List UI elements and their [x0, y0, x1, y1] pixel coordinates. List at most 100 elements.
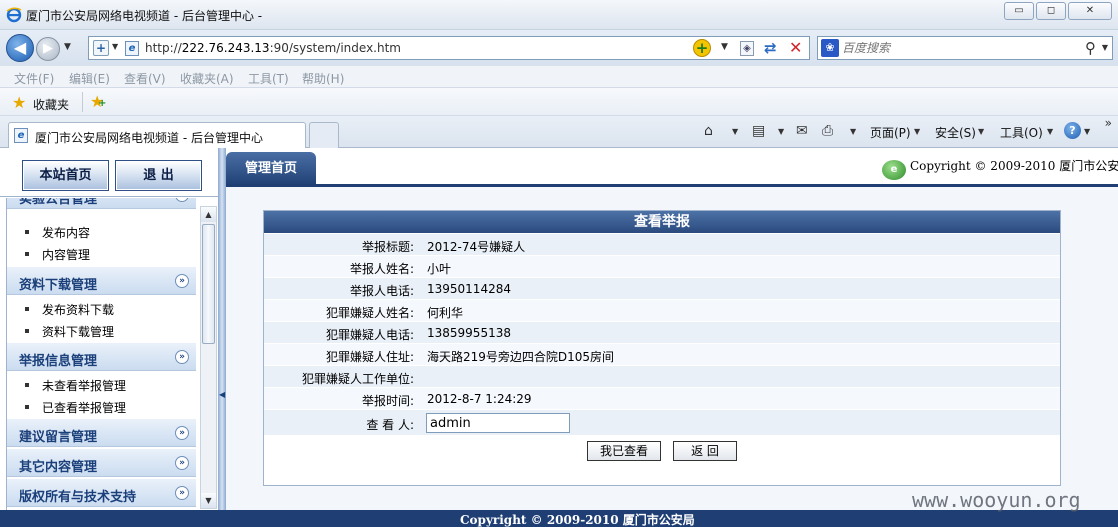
restore-button[interactable]: ◻ [1036, 2, 1066, 20]
sidebar-section-other-content[interactable]: 其它内容管理 » [7, 448, 196, 477]
search-box[interactable]: ❀ ⚲ ▼ [817, 36, 1113, 60]
menu-help[interactable]: 帮助(H) [302, 70, 344, 87]
tools-menu-button[interactable]: 工具(O) [1000, 124, 1043, 141]
page-icon: e [14, 128, 28, 143]
sidebar-section-suggestions[interactable]: 建议留言管理 » [7, 418, 196, 447]
menu-bar: 文件(F) 编辑(E) 查看(V) 收藏夹(A) 工具(T) 帮助(H) [0, 66, 1118, 88]
add-site-icon[interactable]: + [93, 40, 109, 56]
browser-tab-active[interactable]: e 厦门市公安局网络电视频道 - 后台管理中心 [8, 122, 306, 149]
menu-file[interactable]: 文件(F) [14, 70, 54, 87]
favorites-bar: ★ 收藏夹 ★ + [0, 88, 1118, 116]
chevron-down-icon[interactable]: ▼ [112, 42, 118, 51]
chevron-down-icon[interactable]: ▼ [732, 127, 738, 136]
bullet-icon [25, 329, 29, 333]
add-favorite-icon[interactable]: ★ + [90, 92, 106, 111]
panel-title: 查看举报 [264, 211, 1060, 233]
field-label: 举报人电话: [349, 284, 414, 298]
field-value: 小叶 [427, 262, 452, 276]
chevron-down-icon[interactable]: ▼ [914, 127, 920, 136]
feed-icon[interactable]: ◈ [740, 41, 754, 56]
main-header: 管理首页 e Copyright © 2009-2010 厦门市公安局 [226, 148, 1118, 187]
field-row: 犯罪嫌疑人住址: 海天路219号旁边四合院D105房间 [264, 344, 1060, 366]
url-text[interactable]: http://222.76.243.13:90/system/index.htm [145, 41, 401, 55]
sidebar-section-reports[interactable]: 举报信息管理 » [7, 342, 196, 371]
menu-favorites[interactable]: 收藏夹(A) [180, 70, 234, 87]
scrollbar-thumb[interactable] [202, 224, 215, 344]
field-value: 13950114284 [427, 282, 511, 296]
print-icon[interactable]: ⎙ [822, 123, 833, 139]
chevron-down-icon[interactable]: » [175, 426, 189, 440]
logout-button[interactable]: 退 出 [115, 160, 202, 191]
field-row: 犯罪嫌疑人电话: 13859955138 [264, 322, 1060, 344]
field-label: 犯罪嫌疑人电话: [325, 328, 414, 342]
sidebar-section-copyright[interactable]: 版权所有与技术支持 » [7, 478, 196, 507]
menu-view[interactable]: 查看(V) [124, 70, 166, 87]
back-button[interactable]: 返 回 [673, 441, 737, 461]
chevron-down-icon[interactable]: ▼ [850, 127, 856, 136]
rss-feed-icon[interactable]: ▤ [752, 123, 765, 139]
menu-edit[interactable]: 编辑(E) [69, 70, 110, 87]
site-home-button[interactable]: 本站首页 [22, 160, 109, 191]
bullet-icon [25, 230, 29, 234]
sidebar-section-downloads[interactable]: 资料下载管理 » [7, 266, 196, 295]
frame-splitter[interactable]: ◀ [218, 148, 226, 527]
favorites-button[interactable]: 收藏夹 [33, 96, 69, 113]
scroll-down-icon[interactable]: ▼ [201, 493, 216, 508]
compatibility-view-icon[interactable]: + [693, 39, 711, 57]
minimize-button[interactable]: ▭ [1004, 2, 1034, 20]
chevron-down-icon[interactable]: ▼ [978, 127, 984, 136]
field-label: 举报标题: [361, 240, 414, 254]
chevron-down-icon[interactable]: ▼ [1084, 127, 1090, 136]
tab-admin-home[interactable]: 管理首页 [226, 152, 316, 186]
chevron-down-icon[interactable]: » [175, 486, 189, 500]
back-button[interactable]: ◀ [6, 34, 34, 62]
field-value: 何利华 [427, 306, 464, 320]
chevron-down-icon[interactable]: » [175, 274, 189, 288]
search-icon[interactable]: ⚲ [1085, 39, 1096, 57]
help-icon[interactable]: ? [1064, 122, 1081, 139]
refresh-icon[interactable]: ⇄ [764, 39, 777, 57]
chevron-down-icon[interactable]: ▼ [1047, 127, 1053, 136]
menu-tools[interactable]: 工具(T) [248, 70, 289, 87]
sidebar-scrollbar[interactable]: ▲ ▼ [200, 206, 217, 509]
mail-icon[interactable]: ✉ [796, 123, 808, 139]
field-label: 举报人姓名: [349, 262, 414, 276]
field-value: 2012-8-7 1:24:29 [427, 392, 532, 406]
globe-icon: e [882, 160, 906, 180]
collapse-left-icon[interactable]: ◀ [219, 390, 225, 399]
chevron-down-icon[interactable]: ▼ [778, 127, 784, 136]
new-tab-button[interactable] [309, 122, 339, 148]
bullet-icon [25, 405, 29, 409]
scroll-up-icon[interactable]: ▲ [201, 207, 216, 222]
search-options-dropdown-icon[interactable]: ▼ [1102, 43, 1108, 52]
recent-pages-dropdown-icon[interactable]: ▼ [64, 42, 71, 52]
favorites-star-icon[interactable]: ★ [12, 93, 26, 112]
window-controls: ▭ ◻ ✕ [1004, 2, 1112, 20]
tab-title: 厦门市公安局网络电视频道 - 后台管理中心 [35, 131, 263, 145]
ie-logo-icon [6, 7, 22, 23]
chevron-down-icon[interactable]: » [175, 198, 189, 202]
forward-button[interactable]: ▶ [36, 37, 60, 61]
chevron-down-icon[interactable]: » [175, 456, 189, 470]
address-dropdown-icon[interactable]: ▼ [721, 42, 728, 52]
field-row: 举报时间: 2012-8-7 1:24:29 [264, 388, 1060, 410]
watermark: www.wooyun.org [912, 488, 1081, 512]
search-input[interactable] [842, 39, 1082, 57]
field-label: 举报时间: [361, 394, 414, 408]
viewer-input[interactable] [426, 413, 570, 433]
action-buttons: 我已查看 返 回 [264, 439, 1060, 463]
safety-menu-button[interactable]: 安全(S) [935, 124, 976, 141]
stop-icon[interactable]: ✕ [789, 38, 802, 57]
chevron-down-icon[interactable]: » [175, 350, 189, 364]
sidebar-section-notice[interactable]: 实验公告管理 » [7, 198, 196, 209]
bullet-icon [25, 307, 29, 311]
field-row: 举报人姓名: 小叶 [264, 256, 1060, 278]
close-button[interactable]: ✕ [1068, 2, 1112, 20]
page-menu-button[interactable]: 页面(P) [870, 124, 911, 141]
field-row: 举报人电话: 13950114284 [264, 278, 1060, 300]
home-icon[interactable]: ⌂ [704, 123, 713, 139]
more-tools-chevron-icon[interactable]: » [1105, 116, 1112, 130]
copyright-footer: Copyright © 2009-2010 厦门市公安局 [460, 513, 695, 527]
mark-viewed-button[interactable]: 我已查看 [587, 441, 661, 461]
address-bar[interactable]: + ▼ e http://222.76.243.13:90/system/ind… [88, 36, 810, 60]
